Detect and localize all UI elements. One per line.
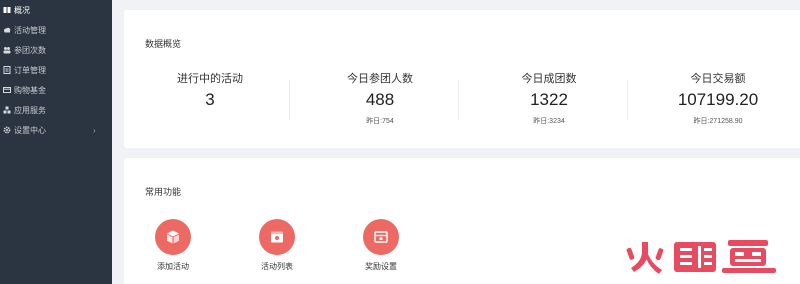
sidebar-item-settings[interactable]: 设置中心 ›: [0, 120, 112, 140]
users-icon: [3, 46, 11, 54]
stat-yesterday: 昨日:271258.90: [693, 118, 743, 125]
sidebar-item-shopping-fund[interactable]: 购物基金: [0, 80, 112, 100]
divider: [458, 80, 459, 120]
stat-label: 进行中的活动: [177, 73, 243, 85]
book-icon: [3, 6, 11, 14]
stat-label: 今日成团数: [521, 73, 577, 85]
sidebar-item-label: 应用服务: [14, 105, 46, 115]
sidebar-item-order-management[interactable]: 订单管理: [0, 60, 112, 80]
stat-yesterday: 昨日:3234: [533, 118, 565, 125]
shortcut-label: 添加活动: [157, 262, 189, 271]
stat-yesterday: 昨日:754: [366, 118, 394, 125]
gear-icon: [3, 126, 11, 134]
document-icon: [3, 66, 11, 74]
sidebar-item-label: 概况: [14, 5, 30, 15]
data-overview-card: 数据概览 进行中的活动 3 今日参团人数 488 昨日:754 今日成团数 13…: [124, 10, 800, 148]
stat-label: 今日参团人数: [347, 73, 413, 85]
cloud-icon: [3, 26, 11, 34]
divider: [289, 80, 290, 120]
cubes-icon: [3, 106, 11, 114]
stat-value: 488: [365, 90, 395, 109]
sidebar-item-label: 参团次数: [14, 45, 46, 55]
sidebar-item-label: 订单管理: [14, 65, 46, 75]
sidebar-item-label: 购物基金: [14, 85, 46, 95]
stat-label: 今日交易额: [690, 73, 746, 85]
list-box-icon[interactable]: [259, 219, 295, 255]
sidebar-item-label: 活动管理: [14, 25, 46, 35]
divider: [627, 80, 628, 120]
card-title: 常用功能: [145, 187, 182, 197]
shortcut-label: 奖励设置: [365, 262, 397, 271]
card-title: 数据概览: [145, 39, 182, 49]
sidebar-item-app-services[interactable]: 应用服务: [0, 100, 112, 120]
stat-value: 1322: [530, 90, 568, 109]
gift-icon[interactable]: [363, 219, 399, 255]
sidebar-item-overview[interactable]: 概况: [0, 0, 112, 20]
sidebar: 概况 活动管理 参团次数 订单管理 购物基金 应用服务 设置中心 ›: [0, 0, 112, 284]
watermark-logo: [622, 236, 782, 276]
box-icon[interactable]: [155, 219, 191, 255]
chevron-right-icon: ›: [93, 125, 96, 135]
sidebar-item-activity-management[interactable]: 活动管理: [0, 20, 112, 40]
stat-value: 3: [205, 90, 215, 109]
shortcut-label: 活动列表: [261, 262, 293, 271]
sidebar-item-group-count[interactable]: 参团次数: [0, 40, 112, 60]
stat-value: 107199.20: [677, 90, 759, 109]
sidebar-item-label: 设置中心: [14, 125, 46, 135]
card-icon: [3, 86, 11, 94]
